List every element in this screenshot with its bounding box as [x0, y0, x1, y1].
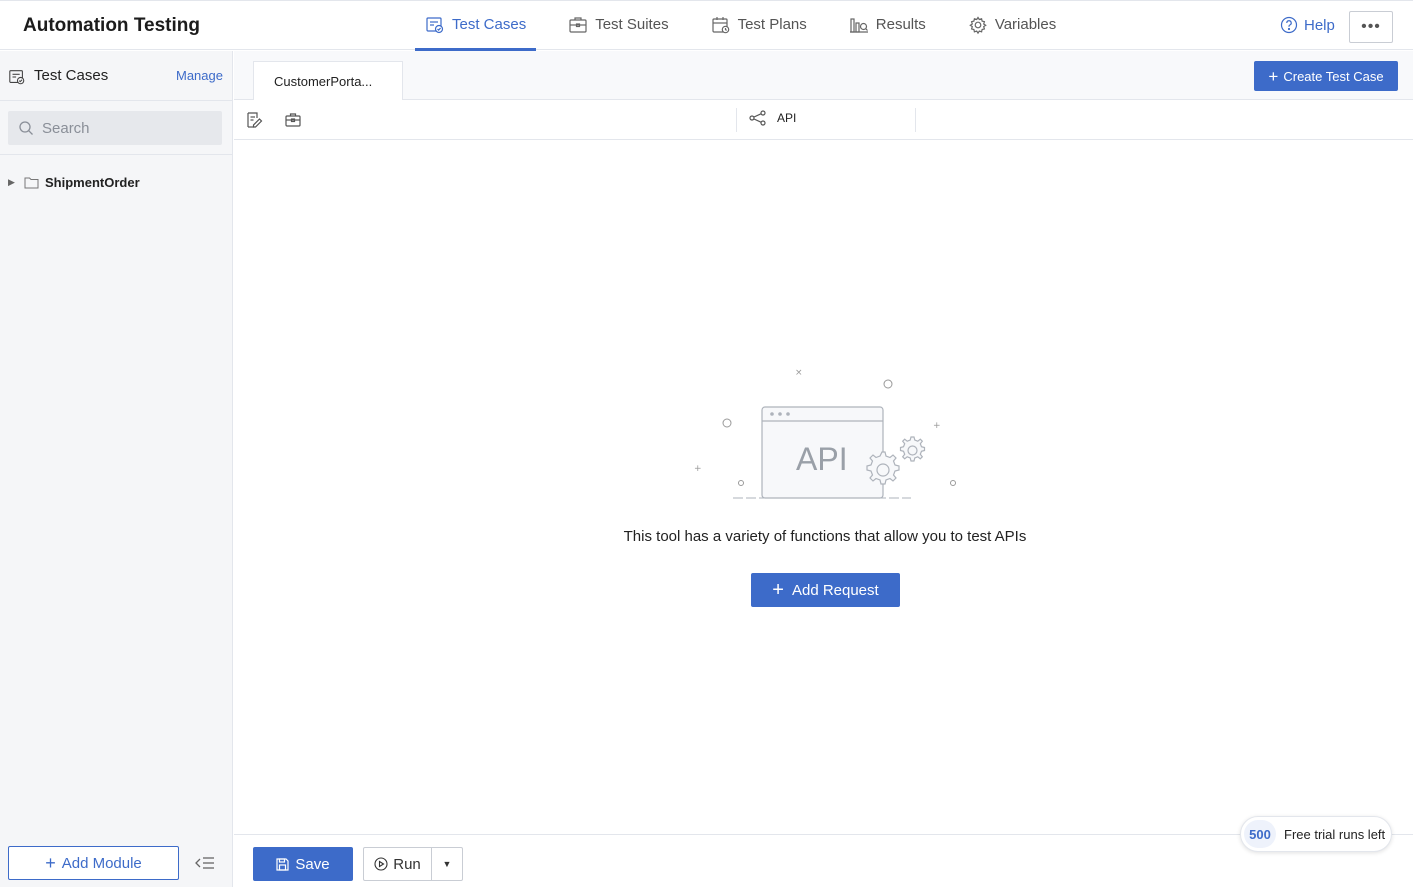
trial-count: 500	[1244, 820, 1276, 848]
app-title: Automation Testing	[23, 15, 200, 36]
search-input[interactable]	[42, 119, 202, 137]
search-icon	[19, 121, 33, 135]
add-module-button[interactable]: + Add Module	[8, 846, 179, 880]
tab-label: Results	[875, 16, 926, 33]
tab-test-plans[interactable]: Test Plans	[701, 1, 817, 51]
api-illustration: × + + API	[694, 368, 956, 499]
save-icon	[276, 857, 289, 871]
collapse-sidebar-icon[interactable]	[195, 854, 215, 872]
create-test-case-button[interactable]: + Create Test Case	[1254, 61, 1398, 91]
more-options-button[interactable]: •••	[1349, 11, 1393, 43]
api-tab-label: API	[777, 111, 797, 125]
gear-icon	[969, 15, 987, 34]
test-cases-icon	[426, 16, 444, 33]
run-button[interactable]: Run	[364, 848, 432, 880]
empty-state-message: This tool has a variety of functions tha…	[623, 528, 1027, 545]
help-link[interactable]: Help	[1280, 16, 1335, 34]
main-nav: Test Cases Test Suites Test Plans Result…	[415, 1, 1088, 51]
edit-notes-icon[interactable]	[245, 111, 263, 129]
tab-test-cases[interactable]: Test Cases	[415, 1, 537, 51]
tab-label: Variables	[994, 16, 1057, 33]
tab-label: Test Suites	[595, 16, 669, 33]
search-box	[8, 111, 222, 145]
run-label: Run	[393, 855, 421, 873]
editor-toolbar: API	[234, 100, 1413, 140]
share-nodes-icon	[749, 110, 766, 126]
tree-item-label: ShipmentOrder	[45, 175, 140, 190]
divider	[915, 108, 916, 132]
add-request-label: Add Request	[791, 581, 879, 599]
tab-label: Test Plans	[737, 16, 807, 33]
save-label: Save	[295, 855, 330, 873]
editor-tab-bar: CustomerPorta... + Create Test Case	[234, 51, 1413, 101]
plus-icon: +	[772, 579, 784, 601]
test-suites-icon	[569, 16, 587, 33]
results-icon	[849, 17, 868, 33]
tab-variables[interactable]: Variables	[958, 1, 1066, 51]
manage-link[interactable]: Manage	[176, 68, 223, 83]
test-cases-icon	[9, 70, 25, 85]
empty-state: × + + API This tool has a variety of fun…	[234, 140, 1413, 833]
divider	[736, 108, 737, 132]
svg-text:+: +	[694, 464, 702, 474]
add-module-label: Add Module	[61, 854, 142, 872]
play-icon	[374, 857, 388, 871]
add-request-button[interactable]: + Add Request	[751, 573, 900, 607]
folder-icon	[24, 177, 39, 189]
run-dropdown-button[interactable]: ▼	[432, 848, 462, 880]
sidebar: Test Cases Manage ▶ ShipmentOrder + Add …	[0, 51, 233, 887]
sidebar-title: Test Cases	[34, 67, 109, 84]
test-plans-icon	[711, 16, 729, 33]
tab-results[interactable]: Results	[839, 1, 936, 51]
trial-runs-badge[interactable]: 500 Free trial runs left	[1240, 816, 1392, 852]
api-tab[interactable]: API	[749, 110, 796, 126]
tab-label: Test Cases	[452, 16, 527, 33]
tree-item-shipmentorder[interactable]: ▶ ShipmentOrder	[8, 175, 140, 190]
trial-label: Free trial runs left	[1284, 826, 1386, 842]
top-bar: Automation Testing Test Cases Test Suite…	[0, 0, 1413, 51]
illustration-api-text: API	[796, 441, 848, 477]
tab-customer-portal[interactable]: CustomerPorta...	[253, 61, 403, 101]
briefcase-icon[interactable]	[284, 111, 302, 129]
run-button-group: Run ▼	[363, 847, 463, 881]
caret-down-icon: ▼	[442, 859, 452, 869]
svg-text:+: +	[933, 421, 941, 431]
editor-footer: Save Run ▼	[234, 834, 1413, 887]
create-test-case-label: Create Test Case	[1283, 68, 1384, 84]
sidebar-header: Test Cases Manage	[0, 51, 232, 101]
plus-icon: +	[1268, 66, 1279, 86]
help-icon	[1280, 16, 1298, 34]
help-label: Help	[1304, 16, 1335, 34]
tab-test-suites[interactable]: Test Suites	[558, 1, 678, 51]
divider	[0, 154, 232, 155]
svg-text:×: ×	[795, 368, 803, 378]
plus-icon: +	[45, 853, 56, 873]
app-window: Automation Testing Test Cases Test Suite…	[0, 0, 1413, 887]
save-button[interactable]: Save	[253, 847, 353, 881]
caret-right-icon[interactable]: ▶	[8, 177, 18, 188]
